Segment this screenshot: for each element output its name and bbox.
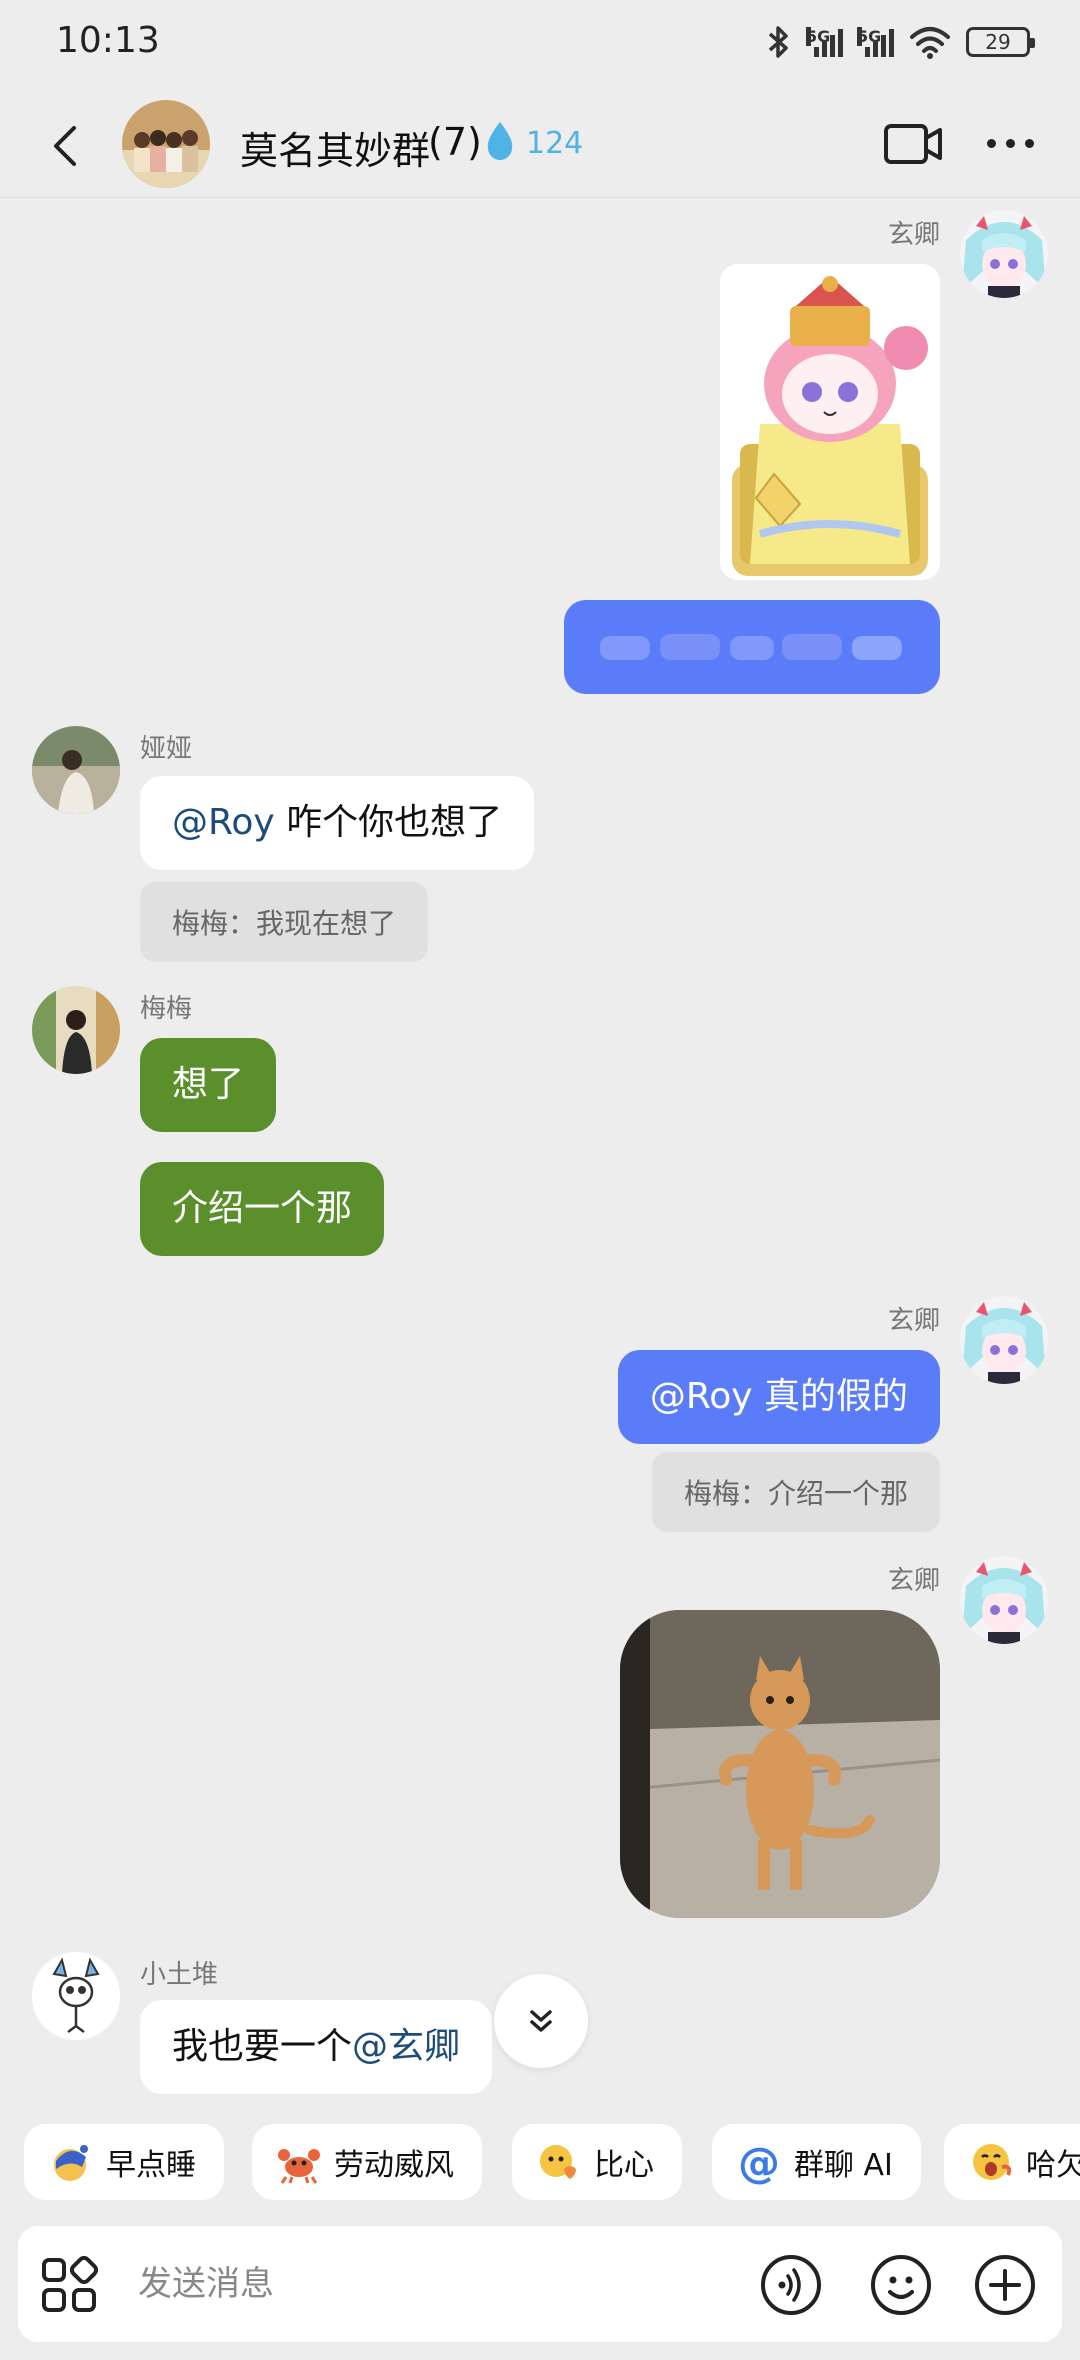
person-photo-avatar [32, 986, 120, 1074]
more-button[interactable] [980, 128, 1040, 158]
mention[interactable]: @Roy [650, 1376, 753, 1417]
plus-icon[interactable] [974, 2254, 1036, 2316]
back-icon [54, 126, 76, 166]
scroll-to-bottom-button[interactable] [494, 1974, 588, 2068]
sender-name: 玄卿 [887, 1306, 940, 1336]
message-bubble[interactable]: @Roy 咋个你也想了 [140, 776, 535, 870]
mention[interactable]: @Roy [172, 802, 275, 843]
message-bubble[interactable]: 想了 [140, 1038, 277, 1132]
chip-label: 哈欠 [1026, 2148, 1080, 2183]
avatar[interactable] [960, 1556, 1048, 1644]
heart-hand-icon [536, 2139, 582, 2185]
message-bubble[interactable]: 我也要一个@玄卿 [140, 2000, 493, 2094]
anime-avatar-icon [960, 1296, 1048, 1384]
chip-label: 劳动威风 [334, 2148, 454, 2183]
chip-label: 比心 [594, 2148, 654, 2183]
standing-cat-photo [620, 1610, 940, 1918]
quoted-reply[interactable]: 梅梅：我现在想了 [140, 882, 429, 962]
member-count: (7) [428, 120, 482, 164]
drop-icon [487, 122, 513, 160]
voice-icon[interactable] [760, 2254, 822, 2316]
avatar[interactable] [960, 1296, 1048, 1384]
avatar[interactable] [32, 726, 120, 814]
avatar[interactable] [32, 986, 120, 1074]
message-text: 我也要一个 [172, 2026, 353, 2067]
quick-chip[interactable]: 哈欠 [944, 2124, 1080, 2200]
apps-icon[interactable] [40, 2256, 98, 2314]
signal-icon: 5G [806, 27, 843, 57]
blurred-text [600, 634, 902, 660]
blurred-message-bubble[interactable] [564, 600, 940, 694]
message-bubble[interactable]: 介绍一个那 [140, 1162, 385, 1256]
fire-count: 124 [526, 126, 584, 161]
avatar[interactable] [32, 1952, 120, 2040]
message-bubble[interactable]: @Roy 真的假的 [617, 1350, 940, 1444]
more-icon [986, 138, 996, 148]
cartoon-avatar-icon [32, 1952, 120, 2040]
group-avatar[interactable] [122, 100, 210, 188]
anime-girl-throne-sticker [720, 264, 940, 580]
quick-chip[interactable]: 比心 [512, 2124, 682, 2200]
sender-name: 梅梅 [140, 994, 193, 1024]
quoted-reply[interactable]: 梅梅：介绍一个那 [651, 1452, 940, 1532]
at-icon: @ [738, 2137, 780, 2187]
image-message[interactable] [620, 1610, 940, 1918]
video-call-button[interactable] [882, 118, 944, 170]
emoji-icon[interactable] [870, 2254, 932, 2316]
sticker-message[interactable] [720, 264, 940, 580]
group-photo [122, 100, 210, 188]
sender-name: 小土堆 [140, 1960, 219, 1990]
yawn-icon [968, 2139, 1014, 2185]
crab-icon [276, 2139, 322, 2185]
quick-chip[interactable]: 劳动威风 [252, 2124, 482, 2200]
mention[interactable]: @玄卿 [352, 2026, 460, 2067]
quick-chip[interactable]: 早点睡 [24, 2124, 224, 2200]
message-text: 真的假的 [752, 1376, 908, 1417]
chip-label: 早点睡 [106, 2148, 196, 2183]
sleep-icon [48, 2139, 94, 2185]
person-photo-avatar [32, 726, 120, 814]
sender-name: 娅娅 [140, 734, 193, 764]
wifi-icon [910, 27, 950, 59]
message-input[interactable] [138, 2254, 738, 2314]
quick-chip[interactable]: @ 群聊 AI [712, 2124, 921, 2200]
status-bar: 10:13 5G 5G 29 [0, 0, 1080, 90]
status-time: 10:13 [56, 20, 160, 61]
input-bar [18, 2226, 1062, 2342]
sender-name: 玄卿 [887, 220, 940, 250]
sender-name: 玄卿 [887, 1566, 940, 1596]
signal-icon: 5G [857, 27, 894, 57]
bluetooth-icon [768, 26, 788, 58]
chat-header: 莫名其妙群 (7) 124 [0, 90, 1080, 198]
anime-avatar-icon [960, 210, 1048, 298]
anime-avatar-icon [960, 1556, 1048, 1644]
avatar[interactable] [960, 210, 1048, 298]
chip-label: 群聊 AI [794, 2148, 893, 2183]
double-chevron-down-icon [530, 2010, 552, 2032]
battery-icon: 29 [966, 27, 1035, 57]
message-text: 咋个你也想了 [274, 802, 503, 843]
back-button[interactable] [40, 118, 90, 174]
group-title[interactable]: 莫名其妙群 [240, 120, 430, 175]
status-icons: 5G 5G 29 [764, 24, 1035, 60]
